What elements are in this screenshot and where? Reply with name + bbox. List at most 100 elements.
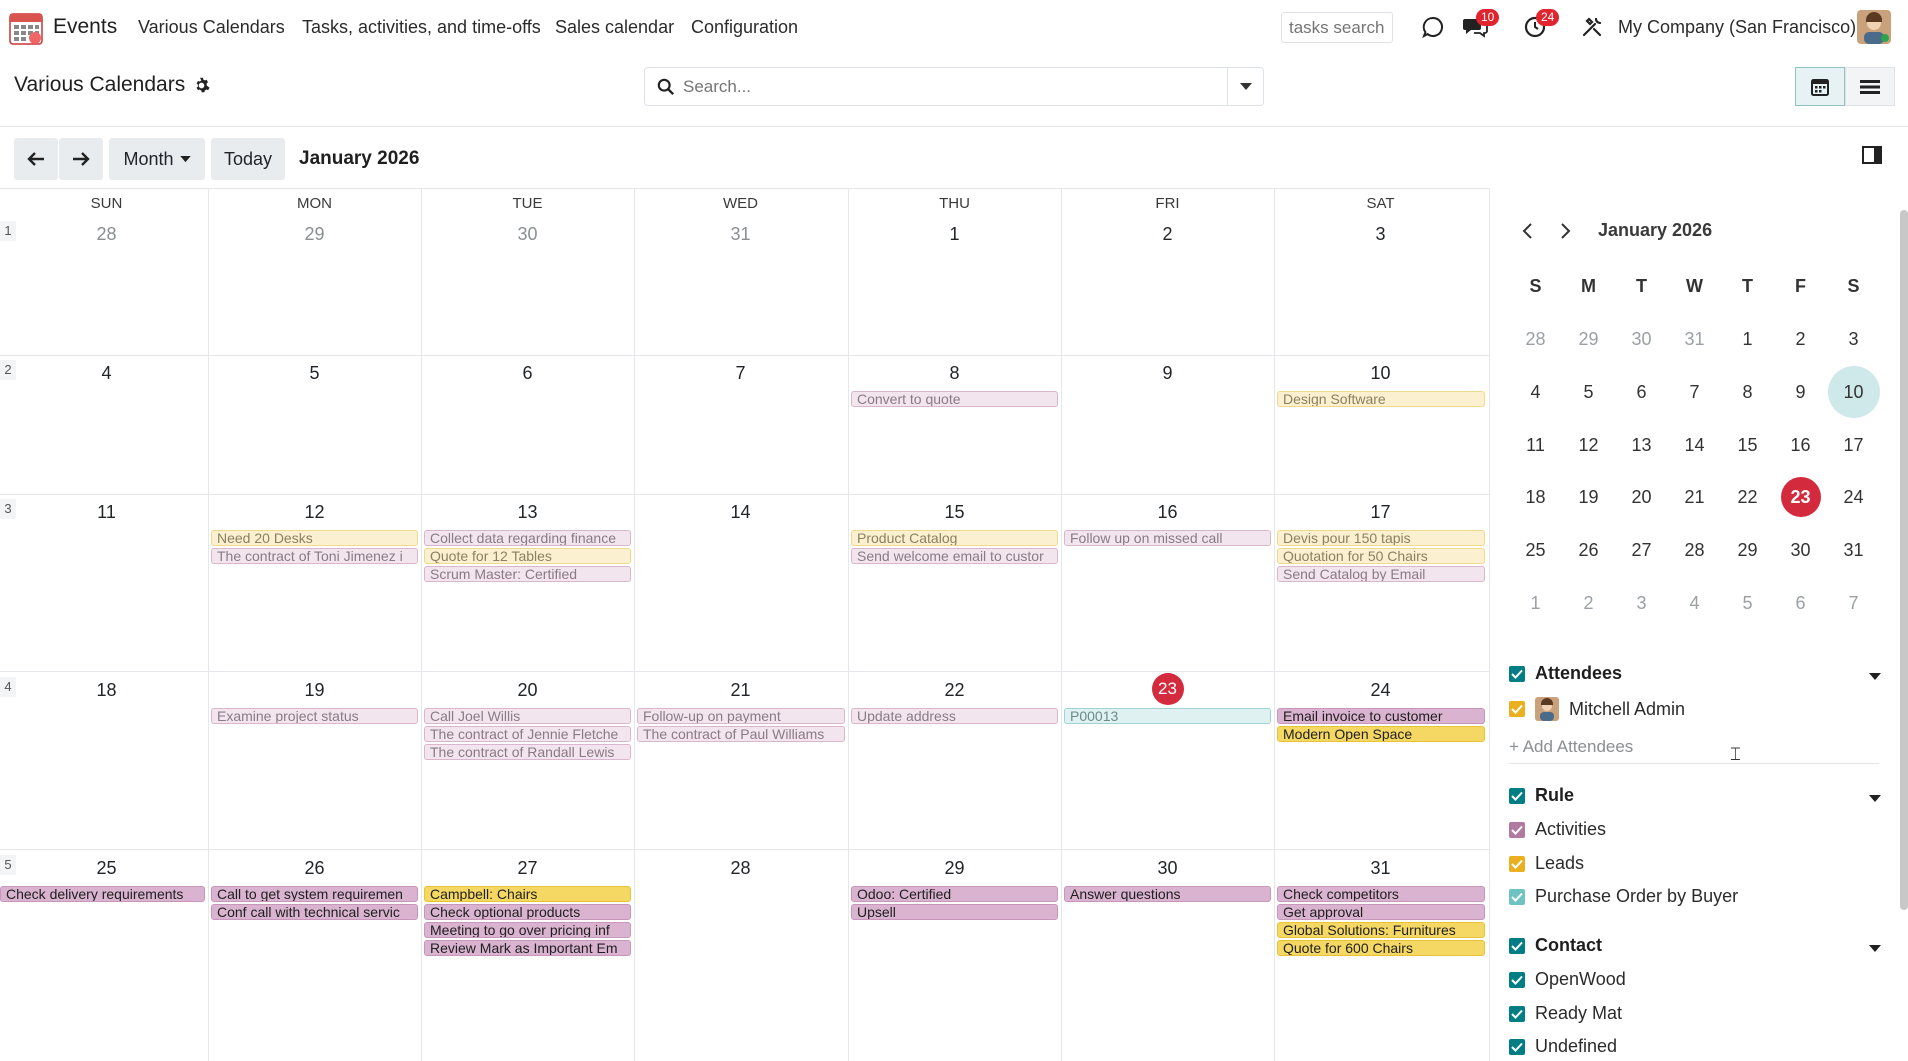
day-cell-number[interactable]: 11 (0, 502, 213, 523)
day-cell-number[interactable]: 7 (634, 363, 847, 384)
sidebar-toggle-icon[interactable] (1862, 146, 1882, 169)
day-cell-number[interactable]: 18 (0, 680, 213, 701)
day-cell-number[interactable]: 24 (1274, 680, 1487, 701)
calendar-event[interactable]: Call Joel Willis (424, 708, 631, 724)
calendar-event[interactable]: Odoo: Certified (851, 886, 1058, 902)
mini-day[interactable]: 1 (1509, 577, 1562, 630)
calendar-event[interactable]: The contract of Jennie Fletche (424, 726, 631, 742)
calendar-view-button[interactable] (1795, 67, 1845, 106)
mini-day[interactable]: 22 (1721, 471, 1774, 524)
calendar-event[interactable]: Design Software (1277, 391, 1485, 407)
calendar-event[interactable]: The contract of Toni Jimenez i (211, 548, 418, 564)
mini-day[interactable]: 8 (1721, 366, 1774, 419)
calendar-event[interactable]: Check delivery requirements (0, 886, 205, 902)
day-cell-number[interactable]: 27 (421, 858, 634, 879)
debug-tools-icon[interactable] (1577, 12, 1607, 42)
mini-day[interactable]: 27 (1615, 524, 1668, 577)
mini-day[interactable]: 1 (1721, 313, 1774, 366)
calendar-event[interactable]: Email invoice to customer (1277, 708, 1485, 724)
checkbox-checked-icon[interactable] (1509, 1005, 1525, 1022)
mini-day[interactable]: 7 (1827, 577, 1880, 630)
checkbox-checked-icon[interactable] (1509, 787, 1525, 804)
calendar-event[interactable]: Review Mark as Important Em (424, 940, 631, 956)
mini-day[interactable]: 26 (1562, 524, 1615, 577)
mini-day[interactable]: 29 (1721, 524, 1774, 577)
mini-day[interactable]: 15 (1721, 419, 1774, 472)
checkbox-checked-icon[interactable] (1509, 971, 1525, 988)
calendar-event[interactable]: Quote for 12 Tables (424, 548, 631, 564)
mini-day[interactable]: 13 (1615, 419, 1668, 472)
mini-day[interactable]: 7 (1668, 366, 1721, 419)
day-cell-number[interactable]: 29 (208, 224, 421, 245)
calendar-event[interactable]: Meeting to go over pricing inf (424, 922, 631, 938)
mini-day[interactable]: 25 (1509, 524, 1562, 577)
add-attendees-input[interactable]: + Add Attendees (1509, 737, 1879, 764)
company-switcher[interactable]: My Company (San Francisco) (1618, 17, 1856, 38)
mini-day[interactable]: 19 (1562, 471, 1615, 524)
day-cell-number[interactable]: 9 (1061, 363, 1274, 384)
filter-item-attendee[interactable]: Mitchell Admin (1509, 697, 1685, 721)
calendar-event[interactable]: Get approval (1277, 904, 1485, 920)
day-cell-number[interactable]: 2 (1061, 224, 1274, 245)
mini-day[interactable]: 14 (1668, 419, 1721, 472)
activities-clock-icon[interactable]: 24 (1520, 9, 1560, 42)
mini-day-selected[interactable]: 10 (1827, 366, 1880, 419)
checkbox-checked-icon[interactable] (1509, 821, 1525, 838)
calendar-event[interactable]: Check competitors (1277, 886, 1485, 902)
mini-day[interactable]: 2 (1774, 313, 1827, 366)
day-cell-number[interactable]: 1 (848, 224, 1061, 245)
mini-day[interactable]: 6 (1774, 577, 1827, 630)
checkbox-checked-icon[interactable] (1509, 665, 1525, 682)
day-cell-today[interactable]: 23 (1061, 673, 1274, 705)
day-cell-number[interactable]: 8 (848, 363, 1061, 384)
calendar-event[interactable]: Upsell (851, 904, 1058, 920)
day-cell-number[interactable]: 4 (0, 363, 213, 384)
calendar-event[interactable]: Scrum Master: Certified (424, 566, 631, 582)
calendar-event[interactable]: Follow up on missed call (1064, 530, 1271, 546)
mini-day[interactable]: 30 (1774, 524, 1827, 577)
checkbox-checked-icon[interactable] (1509, 888, 1525, 905)
mini-day[interactable]: 21 (1668, 471, 1721, 524)
app-name[interactable]: Events (53, 15, 117, 39)
nav-configuration[interactable]: Configuration (691, 17, 798, 38)
calendar-event[interactable]: Examine project status (211, 708, 418, 724)
calendar-event[interactable]: Send welcome email to custor (851, 548, 1058, 564)
mini-day[interactable]: 24 (1827, 471, 1880, 524)
day-cell-number[interactable]: 28 (0, 224, 213, 245)
day-cell-number[interactable]: 12 (208, 502, 421, 523)
mini-next-icon[interactable] (1560, 222, 1572, 245)
discuss-icon[interactable] (1418, 12, 1448, 42)
nav-various-calendars[interactable]: Various Calendars (138, 17, 285, 38)
collapse-caret-icon[interactable] (1869, 938, 1881, 958)
mini-day[interactable]: 5 (1721, 577, 1774, 630)
day-cell-number[interactable]: 15 (848, 502, 1061, 523)
day-cell-number[interactable]: 16 (1061, 502, 1274, 523)
mini-day[interactable]: 11 (1509, 419, 1562, 472)
calendar-event[interactable]: Conf call with technical servic (211, 904, 418, 920)
checkbox-checked-icon[interactable] (1509, 701, 1525, 717)
mini-day[interactable]: 31 (1827, 524, 1880, 577)
day-cell-number[interactable]: 20 (421, 680, 634, 701)
calendar-event[interactable]: Follow-up on payment (637, 708, 845, 724)
mini-prev-icon[interactable] (1521, 222, 1533, 245)
mini-day[interactable]: 3 (1615, 577, 1668, 630)
day-cell-number[interactable]: 3 (1274, 224, 1487, 245)
day-cell-number[interactable]: 19 (208, 680, 421, 701)
mini-day[interactable]: 28 (1668, 524, 1721, 577)
mini-day[interactable]: 16 (1774, 419, 1827, 472)
day-cell-number[interactable]: 28 (634, 858, 847, 879)
mini-day[interactable]: 28 (1509, 313, 1562, 366)
mini-day[interactable]: 6 (1615, 366, 1668, 419)
calendar-event[interactable]: Quotation for 50 Chairs (1277, 548, 1485, 564)
sidebar-scrollbar[interactable] (1900, 210, 1908, 910)
day-cell-number[interactable]: 30 (1061, 858, 1274, 879)
search-input[interactable] (645, 68, 1227, 105)
day-cell-number[interactable]: 26 (208, 858, 421, 879)
mini-day[interactable]: 29 (1562, 313, 1615, 366)
calendar-event[interactable]: Answer questions (1064, 886, 1271, 902)
filter-item-undefined[interactable]: Undefined (1509, 1036, 1617, 1057)
calendar-event[interactable]: Convert to quote (851, 391, 1058, 407)
calendar-event[interactable]: The contract of Paul Williams (637, 726, 845, 742)
mini-day[interactable]: 30 (1615, 313, 1668, 366)
checkbox-checked-icon[interactable] (1509, 937, 1525, 954)
